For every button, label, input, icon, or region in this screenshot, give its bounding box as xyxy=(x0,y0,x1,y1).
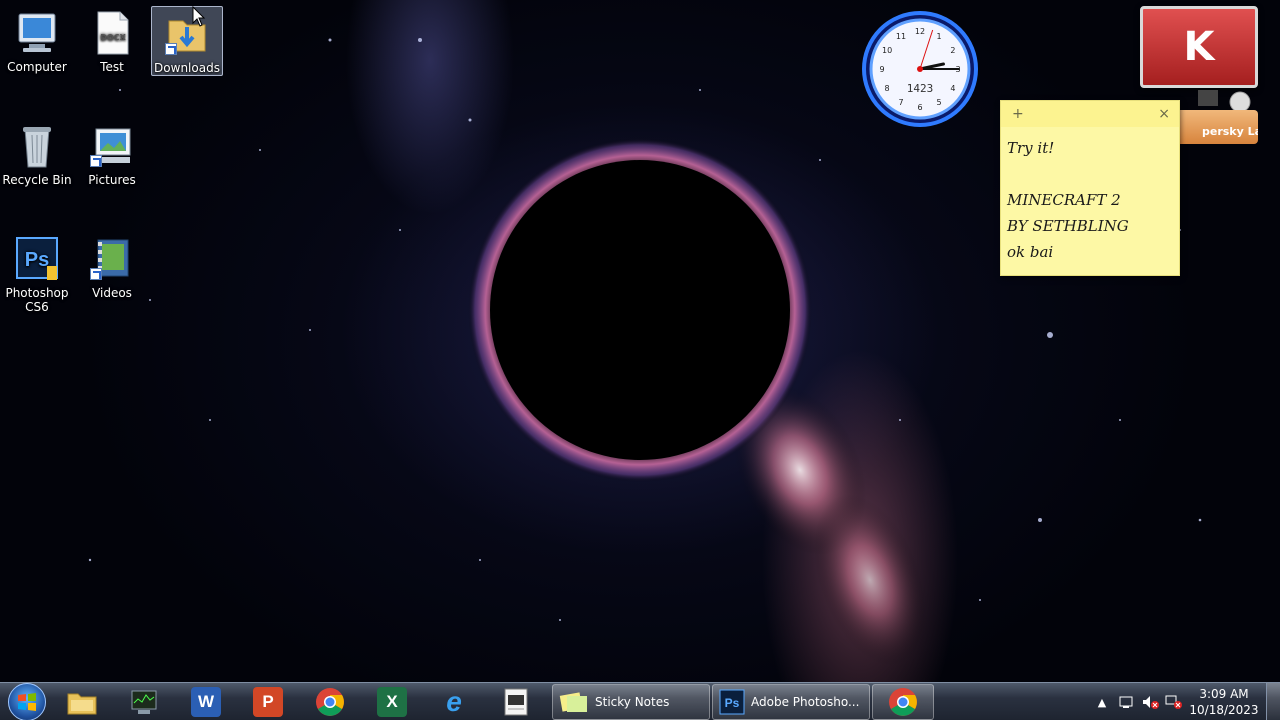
desktop-icon-label: Pictures xyxy=(88,173,136,187)
show-desktop-button[interactable] xyxy=(1266,683,1280,720)
chrome-icon xyxy=(316,687,344,716)
note-line: Try it! xyxy=(1007,139,1055,157)
clock-numeral: 7 xyxy=(898,98,903,107)
internet-explorer-icon: e xyxy=(446,685,462,717)
taskbar-internet-explorer[interactable]: e xyxy=(424,684,484,720)
taskbar-task-sticky-notes[interactable]: Sticky Notes xyxy=(552,683,710,720)
notepad-icon xyxy=(504,688,528,715)
taskbar-chrome[interactable] xyxy=(300,684,360,720)
photoshop-icon: Ps xyxy=(13,236,61,282)
docx-file-icon: DOCX xyxy=(88,10,136,56)
desktop-icon-recycle-bin[interactable]: Recycle Bin xyxy=(1,119,73,189)
task-label: Adobe Photosho... xyxy=(751,694,860,709)
kaspersky-logo-icon: K xyxy=(1140,6,1258,88)
videos-icon xyxy=(88,236,136,282)
sticky-note-text[interactable]: Try it! MINECRAFT 2 BY SETHBLING ok bai xyxy=(1001,127,1179,273)
word-icon: W xyxy=(191,686,221,717)
taskbar-date: 10/18/2023 xyxy=(1189,703,1259,717)
taskbar-clock[interactable]: 3:09 AM 10/18/2023 xyxy=(1188,686,1260,718)
svg-text:DOCX: DOCX xyxy=(100,33,126,42)
sticky-note-titlebar: + × xyxy=(1001,101,1179,127)
desktop-icon-videos[interactable]: Videos xyxy=(76,232,148,302)
taskbar-file-explorer[interactable] xyxy=(52,684,112,720)
shortcut-arrow-icon xyxy=(90,155,102,167)
add-note-button[interactable]: + xyxy=(1012,106,1024,122)
shortcut-arrow-icon xyxy=(165,43,177,55)
note-line: MINECRAFT 2 xyxy=(1007,191,1121,209)
clock-digital-text: 1423 xyxy=(907,82,934,95)
clock-numeral: 8 xyxy=(885,84,890,93)
show-hidden-icons-arrow-icon[interactable]: ▲ xyxy=(1090,690,1114,714)
taskbar-task-manager[interactable] xyxy=(114,684,174,720)
desktop-icon-label: Computer xyxy=(7,60,67,74)
note-line: BY SETHBLING xyxy=(1007,217,1129,235)
clock-gadget[interactable]: 121234567891011 1423 xyxy=(861,10,979,128)
powerpoint-icon: P xyxy=(253,686,283,717)
shortcut-arrow-icon xyxy=(90,268,102,280)
volume-muted-icon[interactable] xyxy=(1138,690,1162,714)
chrome-icon xyxy=(889,687,917,716)
desktop-icon-label: Downloads xyxy=(154,61,220,75)
pictures-icon xyxy=(88,123,136,169)
taskbar-powerpoint[interactable]: P xyxy=(238,684,298,720)
clock-numeral: 12 xyxy=(915,27,925,36)
clock-numeral: 4 xyxy=(950,84,955,93)
folder-icon xyxy=(67,693,97,714)
desktop-icon-label: Photoshop CS6 xyxy=(5,286,69,314)
desktop-icon-pictures[interactable]: Pictures xyxy=(76,119,148,189)
sticky-note[interactable]: + × Try it! MINECRAFT 2 BY SETHBLING ok … xyxy=(1000,100,1180,276)
desktop-icon-downloads[interactable]: Downloads xyxy=(151,6,223,76)
desktop-icon-label: Test xyxy=(100,60,124,74)
taskbar-task-photoshop[interactable]: Ps Adobe Photosho... xyxy=(712,683,870,720)
svg-text:Ps: Ps xyxy=(25,249,49,271)
taskbar-excel[interactable]: X xyxy=(362,684,422,720)
mouse-cursor-icon xyxy=(192,6,206,27)
action-center-flag-icon[interactable] xyxy=(1114,690,1138,714)
note-line: ok bai xyxy=(1007,243,1054,261)
task-label: Sticky Notes xyxy=(595,694,670,709)
clock-numeral: 1 xyxy=(936,32,941,41)
clock-numeral: 6 xyxy=(917,103,922,112)
close-note-button[interactable]: × xyxy=(1158,106,1170,122)
sticky-notes-icon xyxy=(559,691,587,712)
taskbar-task-chrome[interactable] xyxy=(872,683,934,720)
taskbar-word[interactable]: W xyxy=(176,684,236,720)
desktop-icon-label: Videos xyxy=(92,286,132,300)
network-disconnected-icon[interactable] xyxy=(1162,690,1186,714)
desktop-icon-photoshop[interactable]: Ps Photoshop CS6 xyxy=(1,232,73,314)
computer-icon xyxy=(13,10,61,56)
clock-numeral: 11 xyxy=(896,32,906,41)
desktop-icon-label: Recycle Bin xyxy=(2,173,72,187)
system-tray: ▲ 3:09 AM 10/18/2023 xyxy=(1090,683,1280,720)
taskbar-notepad[interactable] xyxy=(486,684,546,720)
taskbar: W P X e Sticky Notes Ps Adobe Photosho..… xyxy=(0,682,1280,720)
taskbar-time: 3:09 AM xyxy=(1199,687,1249,701)
windows-logo-icon xyxy=(18,692,36,711)
clock-numeral: 10 xyxy=(882,46,892,55)
recycle-bin-icon xyxy=(13,123,61,169)
svg-text:Ps: Ps xyxy=(725,696,740,710)
start-button[interactable] xyxy=(8,682,46,720)
clock-numeral: 2 xyxy=(950,46,955,55)
task-manager-icon xyxy=(131,690,157,714)
clock-numeral: 9 xyxy=(879,65,884,74)
desktop-icon-computer[interactable]: Computer xyxy=(1,6,73,76)
note-line xyxy=(1007,161,1173,187)
clock-numeral: 5 xyxy=(936,98,941,107)
excel-icon: X xyxy=(377,686,407,717)
desktop-icon-test[interactable]: DOCX Test xyxy=(76,6,148,76)
photoshop-icon: Ps xyxy=(719,689,745,714)
